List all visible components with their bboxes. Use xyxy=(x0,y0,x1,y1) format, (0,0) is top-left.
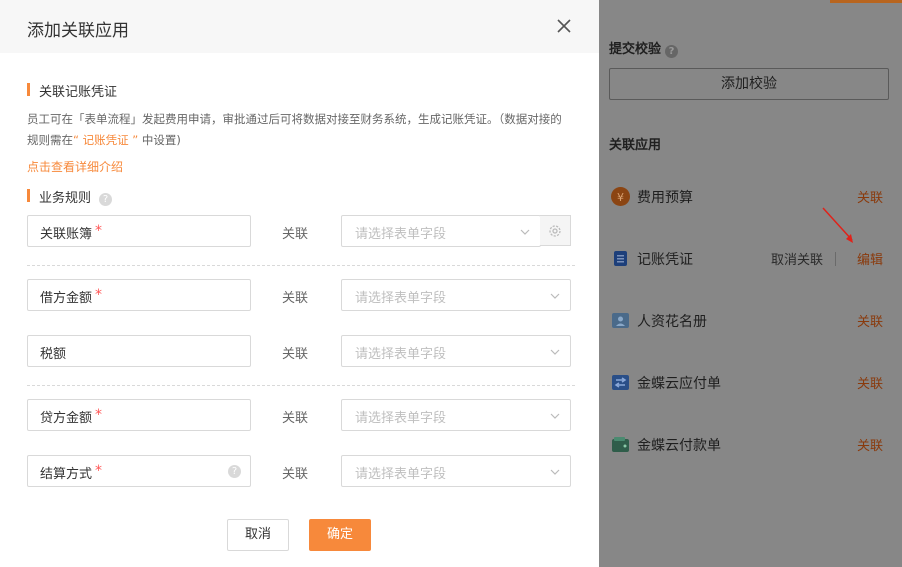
link-app-button[interactable]: 关联 xyxy=(857,435,883,454)
app-name: 人资花名册 xyxy=(637,314,707,330)
relation-label: 关联 xyxy=(282,227,309,242)
debit-amount-select[interactable]: 请选择表单字段 xyxy=(341,279,571,311)
app-row-roster: 人资花名册 关联 xyxy=(609,305,889,335)
linked-apps-title: 关联应用 xyxy=(609,138,662,153)
voucher-highlight: “ 记账凭证 ” xyxy=(73,133,139,147)
app-name: 记账凭证 xyxy=(637,252,693,268)
section-title-rules: 业务规则? xyxy=(27,187,113,206)
help-icon[interactable]: ? xyxy=(228,465,241,478)
unlink-app-button[interactable]: 取消关联 xyxy=(771,249,823,268)
chevron-down-icon xyxy=(550,469,560,475)
link-app-button[interactable]: 关联 xyxy=(857,187,883,206)
gear-icon xyxy=(549,225,561,237)
add-linked-app-modal: 添加关联应用 关联记账凭证 员工可在「表单流程」发起费用申请，审批通过后可将数据… xyxy=(0,0,599,567)
svg-text:¥: ¥ xyxy=(617,191,624,204)
active-tab-indicator xyxy=(830,0,902,3)
section-title-voucher: 关联记账凭证 xyxy=(27,81,117,100)
submit-check-title: 提交校验? xyxy=(609,38,679,58)
transfer-arrows-icon xyxy=(611,373,630,392)
chevron-down-icon xyxy=(550,293,560,299)
action-divider xyxy=(835,252,836,266)
chevron-down-icon xyxy=(550,349,560,355)
debit-amount-field[interactable]: 借方金额 * xyxy=(27,279,251,311)
view-details-link[interactable]: 点击查看详细介绍 xyxy=(27,158,123,175)
required-mark: * xyxy=(95,223,103,239)
row-divider xyxy=(27,265,575,266)
app-name: 金蝶云应付单 xyxy=(637,376,721,392)
settlement-method-select[interactable]: 请选择表单字段 xyxy=(341,455,571,487)
required-mark: * xyxy=(95,287,103,303)
required-mark: * xyxy=(95,463,103,479)
tax-amount-field[interactable]: 税额 xyxy=(27,335,251,367)
annotation-arrow-icon xyxy=(822,207,853,243)
app-row-payable: 金蝶云应付单 关联 xyxy=(609,367,889,397)
yen-coin-icon: ¥ xyxy=(611,187,630,206)
section-description: 员工可在「表单流程」发起费用申请，审批通过后可将数据对接至财务系统，生成记账凭证… xyxy=(27,112,562,147)
ledger-settings-button[interactable] xyxy=(540,215,571,246)
confirm-button[interactable]: 确定 xyxy=(309,519,371,551)
tax-amount-select[interactable]: 请选择表单字段 xyxy=(341,335,571,367)
relation-label: 关联 xyxy=(282,411,309,426)
add-check-button[interactable]: 添加校验 xyxy=(609,68,889,100)
link-app-button[interactable]: 关联 xyxy=(857,373,883,392)
app-name: 金蝶云付款单 xyxy=(637,438,721,454)
edit-app-button[interactable]: 编辑 xyxy=(857,249,883,268)
app-name: 费用预算 xyxy=(637,190,693,206)
modal-header: 添加关联应用 xyxy=(0,0,599,53)
relation-label: 关联 xyxy=(282,347,309,362)
relation-label: 关联 xyxy=(282,291,309,306)
credit-amount-select[interactable]: 请选择表单字段 xyxy=(341,399,571,431)
relation-label: 关联 xyxy=(282,467,309,482)
cancel-button[interactable]: 取消 xyxy=(227,519,289,551)
row-divider xyxy=(27,385,575,386)
ledger-select[interactable]: 请选择表单字段 xyxy=(341,215,541,247)
wallet-icon xyxy=(611,435,630,454)
voucher-list-icon xyxy=(611,249,630,268)
settlement-method-field[interactable]: 结算方式 * ? xyxy=(27,455,251,487)
close-icon[interactable] xyxy=(556,18,572,34)
link-app-button[interactable]: 关联 xyxy=(857,311,883,330)
app-row-payment: 金蝶云付款单 关联 xyxy=(609,429,889,459)
help-icon: ? xyxy=(665,45,679,58)
help-icon[interactable]: ? xyxy=(99,193,113,206)
modal-title: 添加关联应用 xyxy=(27,21,129,41)
required-mark: * xyxy=(95,407,103,423)
chevron-down-icon xyxy=(550,413,560,419)
person-card-icon xyxy=(611,311,630,330)
chevron-down-icon xyxy=(520,229,530,235)
ledger-field[interactable]: 关联账簿 * xyxy=(27,215,251,247)
credit-amount-field[interactable]: 贷方金额 * xyxy=(27,399,251,431)
